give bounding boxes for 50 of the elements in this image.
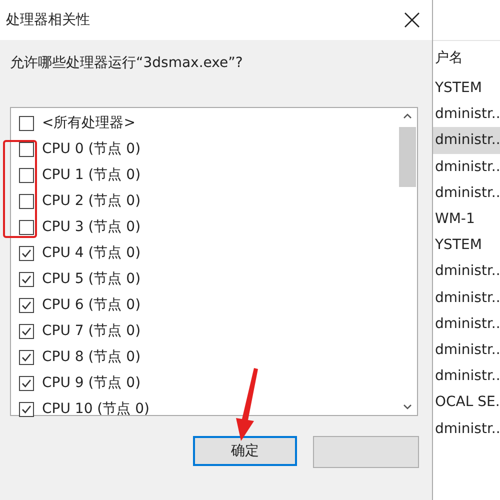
check-icon [21, 378, 32, 388]
checkbox[interactable] [19, 324, 34, 338]
table-row[interactable]: dministr.. [433, 127, 500, 154]
check-icon [21, 404, 32, 414]
table-row[interactable]: dministr.. [433, 363, 500, 390]
table-row[interactable]: YSTEM [433, 232, 500, 258]
check-icon [21, 352, 32, 362]
checkbox[interactable] [19, 116, 34, 130]
column-header: 户名 [435, 50, 463, 66]
processor-label: CPU 5 (节点 0) [42, 270, 141, 288]
table-row[interactable]: YSTEM [433, 75, 500, 102]
table-row[interactable]: OCAL SE.. [433, 389, 500, 416]
table-row[interactable]: dministr.. [433, 310, 500, 337]
window-title: 处理器相关性 [6, 11, 90, 29]
ok-button[interactable]: 确定 [193, 436, 297, 466]
checkbox[interactable] [19, 142, 34, 156]
checkbox[interactable] [19, 272, 34, 286]
check-icon [21, 274, 32, 284]
table-row[interactable]: dministr.. [433, 180, 500, 206]
processor-label: CPU 8 (节点 0) [42, 348, 141, 366]
processor-label: CPU 0 (节点 0) [42, 140, 141, 158]
checkbox[interactable] [19, 220, 34, 234]
checkbox[interactable] [19, 246, 34, 260]
table-row[interactable]: dministr.. [433, 258, 500, 284]
processor-label: CPU 1 (节点 0) [42, 166, 141, 184]
table-row[interactable]: dministr.. [433, 336, 500, 364]
processor-label: CPU 9 (节点 0) [42, 374, 141, 392]
checkbox[interactable] [19, 376, 34, 390]
checkbox[interactable] [19, 168, 34, 182]
checkbox[interactable] [19, 298, 34, 312]
prompt-text: 允许哪些处理器运行“3dsmax.exe”? [10, 55, 243, 71]
processor-label: CPU 10 (节点 0) [42, 400, 150, 418]
checkbox[interactable] [19, 194, 34, 208]
checkbox[interactable] [19, 350, 34, 364]
table-row[interactable]: dministr.. [433, 284, 500, 311]
processor-label: <所有处理器> [42, 114, 136, 132]
table-row[interactable]: dministr.. [433, 154, 500, 180]
table-row[interactable]: WM-1 [433, 206, 500, 232]
processor-label: CPU 7 (节点 0) [42, 322, 141, 340]
processor-label: CPU 3 (节点 0) [42, 218, 141, 236]
check-icon [21, 248, 32, 258]
scroll-thumb[interactable] [399, 127, 416, 187]
processor-label: CPU 4 (节点 0) [42, 244, 141, 262]
processor-label: CPU 2 (节点 0) [42, 192, 141, 210]
check-icon [21, 300, 32, 310]
table-row[interactable]: dministr.. [433, 101, 500, 128]
check-icon [21, 326, 32, 336]
table-row[interactable]: dministr.. [433, 415, 500, 442]
processor-label: CPU 6 (节点 0) [42, 296, 141, 314]
checkbox[interactable] [19, 402, 34, 416]
